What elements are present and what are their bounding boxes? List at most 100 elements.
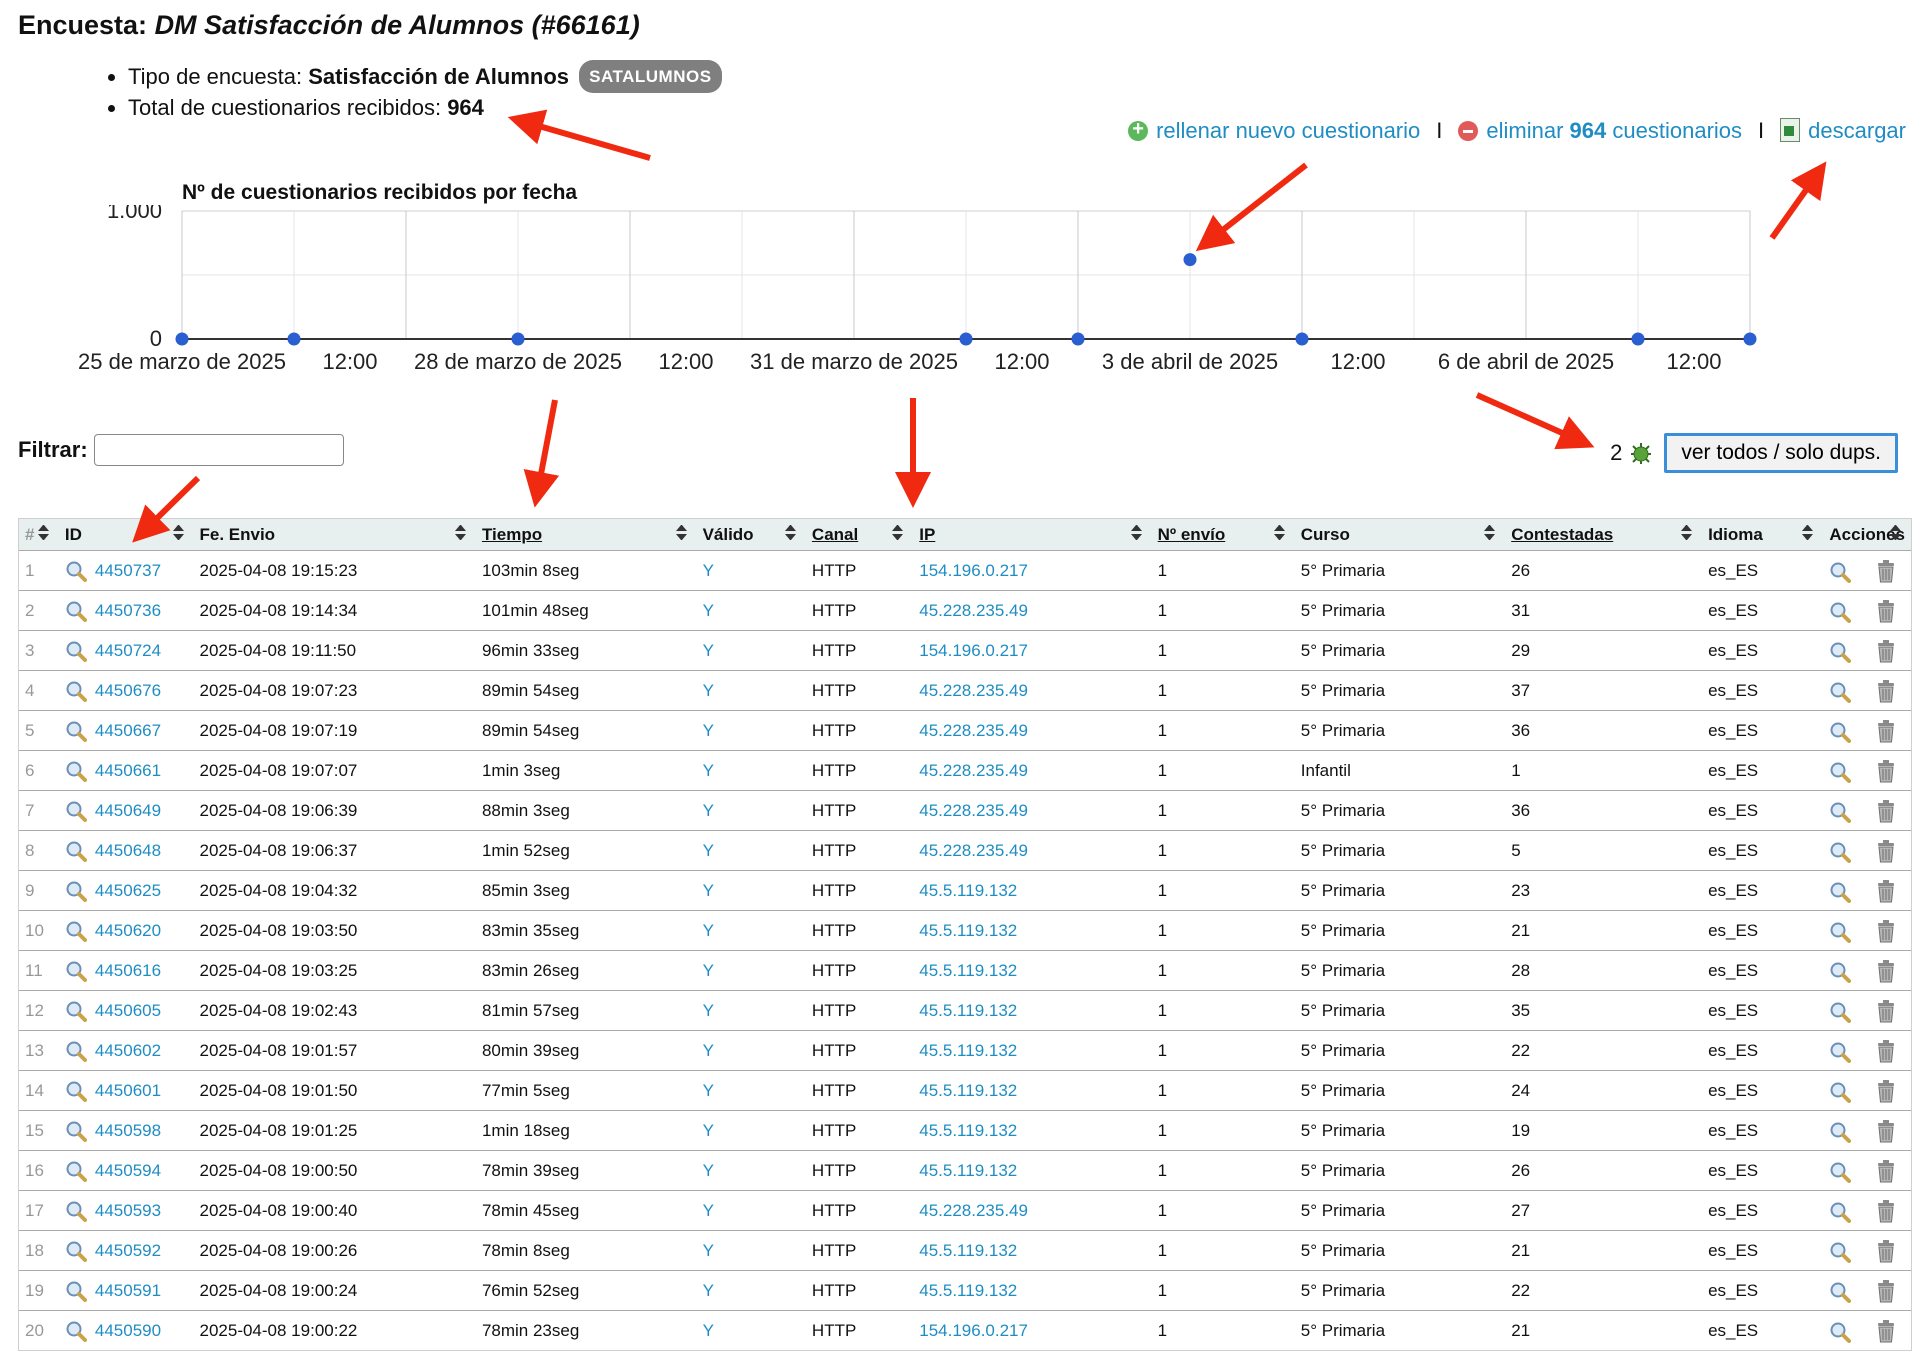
ip-cell[interactable]: 45.5.119.132 xyxy=(913,1070,1152,1111)
questionnaire-id-link[interactable]: 4450676 xyxy=(95,681,161,700)
ip-link[interactable]: 45.228.235.49 xyxy=(919,801,1028,820)
id-cell[interactable]: 4450676 xyxy=(58,670,194,711)
view-magnifier-icon[interactable] xyxy=(1829,961,1852,983)
questionnaire-id-link[interactable]: 4450620 xyxy=(95,921,161,940)
id-cell[interactable]: 4450625 xyxy=(58,870,194,911)
ip-cell[interactable]: 45.228.235.49 xyxy=(913,750,1152,791)
ip-cell[interactable]: 45.228.235.49 xyxy=(913,590,1152,631)
view-magnifier-icon[interactable] xyxy=(1829,721,1852,743)
magnifier-icon[interactable] xyxy=(65,560,87,582)
id-cell[interactable]: 4450601 xyxy=(58,1070,194,1111)
col-course[interactable]: Curso xyxy=(1294,519,1506,551)
magnifier-icon[interactable] xyxy=(65,640,87,662)
questionnaire-id-link[interactable]: 4450592 xyxy=(95,1241,161,1260)
ip-cell[interactable]: 154.196.0.217 xyxy=(913,1310,1152,1350)
view-magnifier-icon[interactable] xyxy=(1829,1001,1852,1023)
ip-link[interactable]: 45.5.119.132 xyxy=(919,881,1017,900)
ip-link[interactable]: 45.228.235.49 xyxy=(919,1201,1028,1220)
ip-link[interactable]: 45.5.119.132 xyxy=(919,1041,1017,1060)
ip-link[interactable]: 45.228.235.49 xyxy=(919,841,1028,860)
ip-cell[interactable]: 45.5.119.132 xyxy=(913,1030,1152,1071)
id-cell[interactable]: 4450602 xyxy=(58,1030,194,1071)
magnifier-icon[interactable] xyxy=(65,1320,87,1342)
magnifier-icon[interactable] xyxy=(65,1280,87,1302)
magnifier-icon[interactable] xyxy=(65,680,87,702)
ip-cell[interactable]: 45.5.119.132 xyxy=(913,1270,1152,1311)
questionnaire-id-link[interactable]: 4450724 xyxy=(95,641,161,660)
magnifier-icon[interactable] xyxy=(65,960,87,982)
col-send-number[interactable]: Nº envío xyxy=(1151,519,1295,551)
id-cell[interactable]: 4450737 xyxy=(58,550,194,591)
questionnaire-id-link[interactable]: 4450601 xyxy=(95,1081,161,1100)
view-magnifier-icon[interactable] xyxy=(1829,601,1852,623)
id-cell[interactable]: 4450616 xyxy=(58,950,194,991)
id-cell[interactable]: 4450649 xyxy=(58,790,194,831)
ip-cell[interactable]: 154.196.0.217 xyxy=(913,630,1152,671)
trash-icon[interactable] xyxy=(1875,679,1897,703)
trash-icon[interactable] xyxy=(1875,1279,1897,1303)
ip-link[interactable]: 45.228.235.49 xyxy=(919,681,1028,700)
view-magnifier-icon[interactable] xyxy=(1829,681,1852,703)
ip-link[interactable]: 45.228.235.49 xyxy=(919,601,1028,620)
magnifier-icon[interactable] xyxy=(65,1200,87,1222)
view-magnifier-icon[interactable] xyxy=(1829,1081,1852,1103)
view-magnifier-icon[interactable] xyxy=(1829,801,1852,823)
magnifier-icon[interactable] xyxy=(65,800,87,822)
view-magnifier-icon[interactable] xyxy=(1829,841,1852,863)
trash-icon[interactable] xyxy=(1875,759,1897,783)
ip-link[interactable]: 45.5.119.132 xyxy=(919,1281,1017,1300)
new-questionnaire-link[interactable]: rellenar nuevo cuestionario xyxy=(1128,118,1420,144)
ip-cell[interactable]: 45.228.235.49 xyxy=(913,830,1152,871)
magnifier-icon[interactable] xyxy=(65,1000,87,1022)
id-cell[interactable]: 4450590 xyxy=(58,1310,194,1350)
trash-icon[interactable] xyxy=(1875,999,1897,1023)
trash-icon[interactable] xyxy=(1875,639,1897,663)
ip-cell[interactable]: 45.5.119.132 xyxy=(913,870,1152,911)
view-magnifier-icon[interactable] xyxy=(1829,1321,1852,1343)
id-cell[interactable]: 4450592 xyxy=(58,1230,194,1271)
ip-cell[interactable]: 45.228.235.49 xyxy=(913,1190,1152,1231)
id-cell[interactable]: 4450724 xyxy=(58,630,194,671)
ip-cell[interactable]: 154.196.0.217 xyxy=(913,550,1152,591)
col-id[interactable]: ID xyxy=(58,519,194,551)
magnifier-icon[interactable] xyxy=(65,1240,87,1262)
ip-cell[interactable]: 45.5.119.132 xyxy=(913,1110,1152,1151)
questionnaire-id-link[interactable]: 4450736 xyxy=(95,601,161,620)
magnifier-icon[interactable] xyxy=(65,600,87,622)
id-cell[interactable]: 4450667 xyxy=(58,710,194,751)
trash-icon[interactable] xyxy=(1875,719,1897,743)
ip-link[interactable]: 45.228.235.49 xyxy=(919,721,1028,740)
trash-icon[interactable] xyxy=(1875,839,1897,863)
delete-questionnaires-link[interactable]: eliminar 964 cuestionarios xyxy=(1458,118,1742,144)
id-cell[interactable]: 4450591 xyxy=(58,1270,194,1311)
ip-cell[interactable]: 45.228.235.49 xyxy=(913,790,1152,831)
id-cell[interactable]: 4450593 xyxy=(58,1190,194,1231)
col-ip[interactable]: IP xyxy=(913,519,1152,551)
view-magnifier-icon[interactable] xyxy=(1829,921,1852,943)
col-valid[interactable]: Válido xyxy=(696,519,806,551)
questionnaire-id-link[interactable]: 4450605 xyxy=(95,1001,161,1020)
view-magnifier-icon[interactable] xyxy=(1829,761,1852,783)
filter-input[interactable] xyxy=(93,434,344,466)
ip-link[interactable]: 45.5.119.132 xyxy=(919,921,1017,940)
col-channel[interactable]: Canal xyxy=(805,519,914,551)
col-actions[interactable]: Acciones xyxy=(1823,519,1911,551)
col-answered[interactable]: Contestadas xyxy=(1505,519,1703,551)
ip-cell[interactable]: 45.5.119.132 xyxy=(913,950,1152,991)
ip-link[interactable]: 45.5.119.132 xyxy=(919,1001,1017,1020)
ip-link[interactable]: 45.5.119.132 xyxy=(919,1081,1017,1100)
ip-link[interactable]: 45.228.235.49 xyxy=(919,761,1028,780)
magnifier-icon[interactable] xyxy=(65,720,87,742)
questionnaire-id-link[interactable]: 4450616 xyxy=(95,961,161,980)
questionnaire-id-link[interactable]: 4450625 xyxy=(95,881,161,900)
ip-cell[interactable]: 45.228.235.49 xyxy=(913,710,1152,751)
magnifier-icon[interactable] xyxy=(65,840,87,862)
download-link[interactable]: descargar xyxy=(1780,118,1906,144)
trash-icon[interactable] xyxy=(1875,1079,1897,1103)
magnifier-icon[interactable] xyxy=(65,760,87,782)
view-magnifier-icon[interactable] xyxy=(1829,1241,1852,1263)
trash-icon[interactable] xyxy=(1875,959,1897,983)
trash-icon[interactable] xyxy=(1875,919,1897,943)
id-cell[interactable]: 4450598 xyxy=(58,1110,194,1151)
questionnaire-id-link[interactable]: 4450667 xyxy=(95,721,161,740)
